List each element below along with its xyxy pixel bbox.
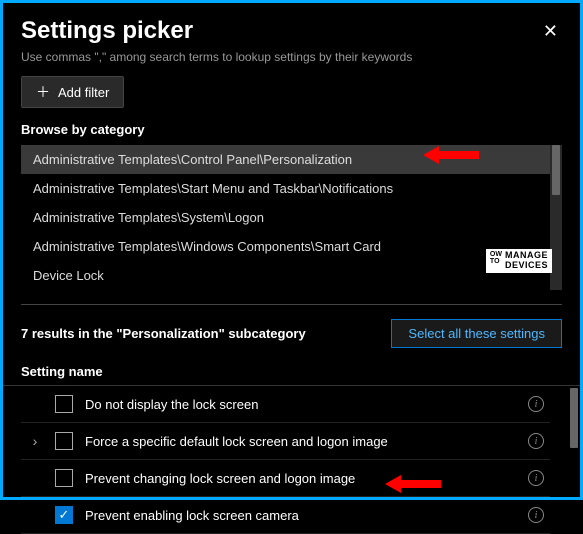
plus-icon: ＋ [36,82,50,102]
category-list: Administrative Templates\Control Panel\P… [21,145,562,290]
setting-label: Prevent enabling lock screen camera [85,508,516,523]
info-icon[interactable]: i [528,470,544,486]
check-icon: ✓ [59,507,70,523]
category-scrollbar[interactable] [552,145,560,195]
info-icon[interactable]: i [528,396,544,412]
add-filter-button[interactable]: ＋ Add filter [21,76,124,108]
page-subtitle: Use commas "," among search terms to loo… [3,50,580,76]
results-summary: 7 results in the "Personalization" subca… [21,326,306,341]
close-icon: ✕ [543,21,558,41]
setting-row[interactable]: › Force a specific default lock screen a… [21,423,550,460]
setting-checkbox[interactable]: ✓ [55,506,73,524]
divider [21,304,562,305]
category-item-devicelock[interactable]: Device Lock [21,261,550,290]
setting-label: Force a specific default lock screen and… [85,434,516,449]
category-item-smartcard[interactable]: Administrative Templates\Windows Compone… [21,232,550,261]
category-item-logon[interactable]: Administrative Templates\System\Logon [21,203,550,232]
info-icon[interactable]: i [528,433,544,449]
category-item-personalization[interactable]: Administrative Templates\Control Panel\P… [21,145,550,174]
setting-label: Prevent changing lock screen and logon i… [85,471,516,486]
setting-row[interactable]: ✓ Prevent enabling lock screen camera i [21,497,550,534]
info-icon[interactable]: i [528,507,544,523]
setting-row[interactable]: Do not display the lock screen i [21,386,550,423]
watermark: OW TO MANAGE DEVICES [486,249,552,273]
browse-by-category-label: Browse by category [3,122,580,145]
chevron-right-icon[interactable]: › [33,433,38,449]
setting-label: Do not display the lock screen [85,397,516,412]
select-all-button[interactable]: Select all these settings [391,319,562,348]
page-title: Settings picker [21,17,193,45]
category-item-notifications[interactable]: Administrative Templates\Start Menu and … [21,174,550,203]
setting-row[interactable]: Prevent changing lock screen and logon i… [21,460,550,497]
settings-scrollbar[interactable] [570,388,578,448]
setting-checkbox[interactable] [55,432,73,450]
close-button[interactable]: ✕ [539,17,562,46]
add-filter-label: Add filter [58,85,109,100]
setting-checkbox[interactable] [55,469,73,487]
setting-name-column-header: Setting name [3,358,580,386]
setting-checkbox[interactable] [55,395,73,413]
